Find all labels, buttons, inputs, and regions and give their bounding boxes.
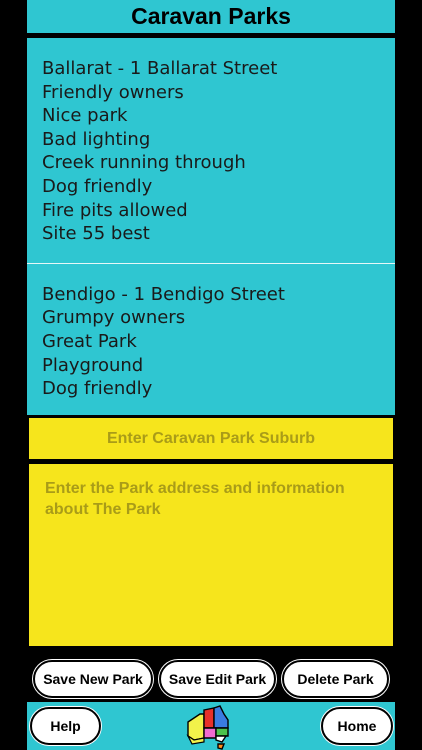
park-line: Dog friendly — [42, 175, 153, 197]
park-line: Creek running through — [42, 152, 246, 174]
suburb-input[interactable] — [29, 418, 393, 459]
bottom-nav: Help Home — [27, 702, 395, 750]
park-line: Site 55 best — [42, 223, 150, 245]
home-button[interactable]: Home — [321, 707, 393, 745]
page-title: Caravan Parks — [131, 3, 291, 29]
help-button[interactable]: Help — [30, 707, 101, 745]
park-line: Friendly owners — [42, 81, 184, 103]
park-line: Ballarat - 1 Ballarat Street — [42, 58, 278, 79]
action-bar: Save New Park Save Edit Park Delete Park — [27, 654, 395, 701]
park-line: Bendigo - 1 Bendigo Street — [42, 283, 285, 305]
app-screen: Caravan Parks Ballarat - 1 Ballarat Stre… — [27, 0, 395, 750]
delete-park-button[interactable]: Delete Park — [282, 660, 389, 698]
park-line: Fire pits allowed — [42, 199, 188, 221]
park-line: Playground — [42, 354, 144, 376]
list-item[interactable]: Ballarat - 1 Ballarat Street Friendly ow… — [27, 38, 395, 264]
park-info-input[interactable] — [29, 464, 393, 646]
park-line: Dog friendly — [42, 378, 153, 400]
parks-list[interactable]: Ballarat - 1 Ballarat Street Friendly ow… — [27, 38, 395, 415]
save-new-park-button[interactable]: Save New Park — [33, 660, 153, 698]
park-line: Bad lighting — [42, 128, 151, 150]
save-edit-park-button[interactable]: Save Edit Park — [159, 660, 276, 698]
park-line: Grumpy owners — [42, 307, 186, 329]
header-bar: Caravan Parks — [27, 0, 395, 33]
list-item[interactable]: Bendigo - 1 Bendigo Street Grumpy owners… — [27, 264, 395, 415]
park-line: Nice park — [42, 105, 128, 127]
park-line: Great Park — [42, 330, 137, 352]
australia-map-icon[interactable] — [184, 704, 234, 750]
